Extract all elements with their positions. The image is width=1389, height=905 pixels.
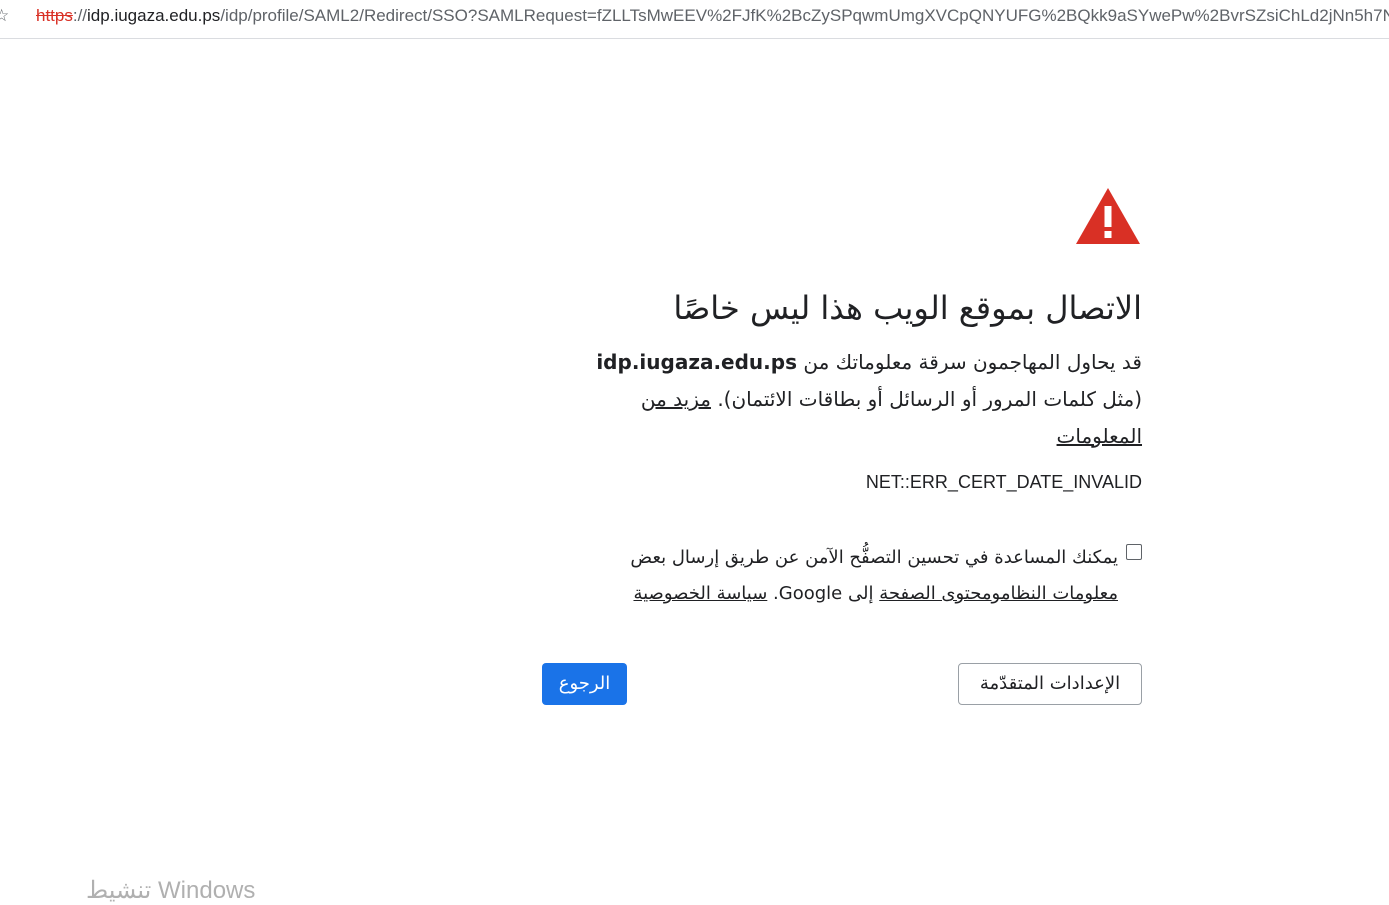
- connector-text: و: [991, 583, 1001, 604]
- url-separator: ://: [72, 6, 88, 25]
- url-scheme-not-secure: https: [36, 6, 73, 25]
- privacy-policy-link[interactable]: سياسة الخصوصية: [633, 583, 767, 604]
- safe-browsing-text: يمكنك المساعدة في تحسين التصفُّح الآمن ع…: [630, 547, 1118, 568]
- safe-browsing-label: يمكنك المساعدة في تحسين التصفُّح الآمن ع…: [578, 540, 1118, 612]
- to-google-text: إلى Google.: [773, 583, 874, 604]
- url-host: idp.iugaza.edu.ps: [87, 6, 221, 25]
- safe-browsing-checkbox[interactable]: [1126, 544, 1142, 560]
- message-suffix: (مثل كلمات المرور أو الرسائل أو بطاقات ا…: [717, 387, 1142, 411]
- url-path: /idp/profile/SAML2/Redirect/SSO?SAMLRequ…: [220, 6, 1389, 25]
- page-content-link[interactable]: محتوى الصفحة: [879, 583, 991, 604]
- system-info-link[interactable]: معلومات النظام: [1001, 583, 1118, 604]
- windows-activation-watermark: تنشيط Windows: [86, 877, 256, 904]
- address-bar[interactable]: ☆ https://idp.iugaza.edu.ps/idp/profile/…: [0, 0, 1389, 39]
- advanced-button[interactable]: الإعدادات المتقدّمة: [958, 663, 1142, 705]
- bookmark-star-icon[interactable]: ☆: [0, 6, 9, 26]
- message-prefix: قد يحاول المهاجمون سرقة معلوماتك من: [803, 350, 1142, 374]
- back-to-safety-button[interactable]: الرجوع: [542, 663, 627, 705]
- error-code: NET::ERR_CERT_DATE_INVALID: [865, 472, 1142, 492]
- message-host: idp.iugaza.edu.ps: [596, 350, 797, 374]
- url-text[interactable]: https://idp.iugaza.edu.ps/idp/profile/SA…: [36, 6, 1389, 26]
- warning-triangle-icon: [1076, 188, 1140, 244]
- security-message: قد يحاول المهاجمون سرقة معلوماتك من idp.…: [562, 344, 1142, 455]
- page-title: الاتصال بموقع الويب هذا ليس خاصًا: [673, 289, 1142, 327]
